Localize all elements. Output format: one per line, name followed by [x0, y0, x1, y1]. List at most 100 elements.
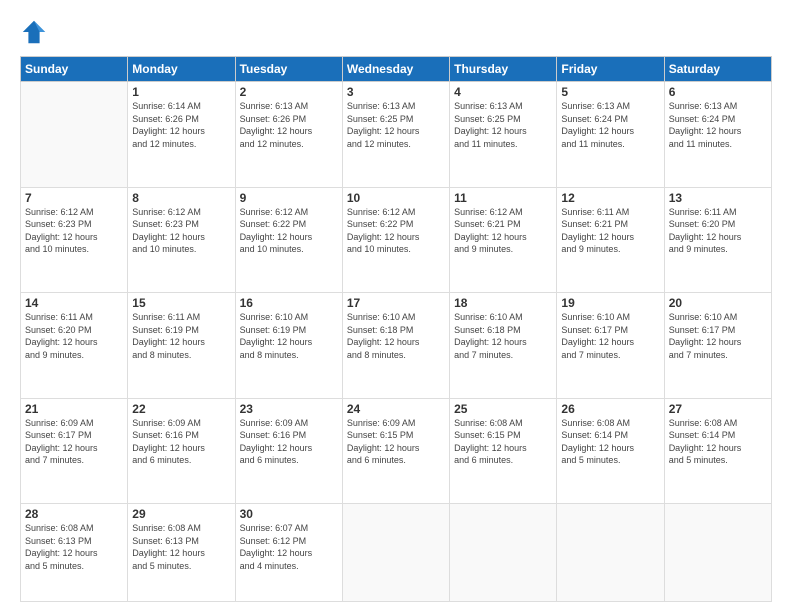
- calendar-day-cell: 24Sunrise: 6:09 AM Sunset: 6:15 PM Dayli…: [342, 398, 449, 504]
- calendar-header-wednesday: Wednesday: [342, 57, 449, 82]
- calendar-header-sunday: Sunday: [21, 57, 128, 82]
- calendar-day-cell: 25Sunrise: 6:08 AM Sunset: 6:15 PM Dayli…: [450, 398, 557, 504]
- day-number: 22: [132, 402, 230, 416]
- calendar-day-cell: 13Sunrise: 6:11 AM Sunset: 6:20 PM Dayli…: [664, 187, 771, 293]
- calendar-day-cell: 14Sunrise: 6:11 AM Sunset: 6:20 PM Dayli…: [21, 293, 128, 399]
- calendar-header-thursday: Thursday: [450, 57, 557, 82]
- day-info: Sunrise: 6:08 AM Sunset: 6:14 PM Dayligh…: [561, 417, 659, 467]
- day-info: Sunrise: 6:12 AM Sunset: 6:22 PM Dayligh…: [347, 206, 445, 256]
- calendar-day-cell: 28Sunrise: 6:08 AM Sunset: 6:13 PM Dayli…: [21, 504, 128, 602]
- day-number: 27: [669, 402, 767, 416]
- day-info: Sunrise: 6:13 AM Sunset: 6:26 PM Dayligh…: [240, 100, 338, 150]
- day-number: 15: [132, 296, 230, 310]
- day-number: 20: [669, 296, 767, 310]
- calendar-day-cell: 2Sunrise: 6:13 AM Sunset: 6:26 PM Daylig…: [235, 82, 342, 188]
- calendar-day-cell: 19Sunrise: 6:10 AM Sunset: 6:17 PM Dayli…: [557, 293, 664, 399]
- header: [20, 18, 772, 46]
- calendar-day-cell: 23Sunrise: 6:09 AM Sunset: 6:16 PM Dayli…: [235, 398, 342, 504]
- day-number: 3: [347, 85, 445, 99]
- day-number: 29: [132, 507, 230, 521]
- calendar-day-cell: [450, 504, 557, 602]
- calendar-day-cell: 17Sunrise: 6:10 AM Sunset: 6:18 PM Dayli…: [342, 293, 449, 399]
- calendar-day-cell: 21Sunrise: 6:09 AM Sunset: 6:17 PM Dayli…: [21, 398, 128, 504]
- calendar-day-cell: 26Sunrise: 6:08 AM Sunset: 6:14 PM Dayli…: [557, 398, 664, 504]
- day-info: Sunrise: 6:13 AM Sunset: 6:25 PM Dayligh…: [454, 100, 552, 150]
- calendar-day-cell: 7Sunrise: 6:12 AM Sunset: 6:23 PM Daylig…: [21, 187, 128, 293]
- day-info: Sunrise: 6:14 AM Sunset: 6:26 PM Dayligh…: [132, 100, 230, 150]
- calendar-day-cell: 18Sunrise: 6:10 AM Sunset: 6:18 PM Dayli…: [450, 293, 557, 399]
- day-info: Sunrise: 6:09 AM Sunset: 6:16 PM Dayligh…: [132, 417, 230, 467]
- calendar-table: SundayMondayTuesdayWednesdayThursdayFrid…: [20, 56, 772, 602]
- day-number: 18: [454, 296, 552, 310]
- day-number: 19: [561, 296, 659, 310]
- day-info: Sunrise: 6:10 AM Sunset: 6:17 PM Dayligh…: [669, 311, 767, 361]
- calendar-week-row: 28 Sunrise: 6:08 AM Sunset: 6:13 PM Dayli…: [21, 504, 772, 602]
- logo-icon: [20, 18, 48, 46]
- calendar-header-friday: Friday: [557, 57, 664, 82]
- day-info: Sunrise: 6:13 AM Sunset: 6:25 PM Dayligh…: [347, 100, 445, 150]
- calendar-header-monday: Monday: [128, 57, 235, 82]
- day-number: 9: [240, 191, 338, 205]
- calendar-header-saturday: Saturday: [664, 57, 771, 82]
- day-info: Sunrise: 6:08 AM Sunset: 6:13 PM Dayligh…: [132, 522, 230, 572]
- calendar-day-cell: 10Sunrise: 6:12 AM Sunset: 6:22 PM Dayli…: [342, 187, 449, 293]
- day-number: 25: [454, 402, 552, 416]
- day-info: Sunrise: 6:08 AM Sunset: 6:15 PM Dayligh…: [454, 417, 552, 467]
- calendar-day-cell: [664, 504, 771, 602]
- calendar-day-cell: [342, 504, 449, 602]
- calendar-header-tuesday: Tuesday: [235, 57, 342, 82]
- calendar-day-cell: 11Sunrise: 6:12 AM Sunset: 6:21 PM Dayli…: [450, 187, 557, 293]
- day-number: 26: [561, 402, 659, 416]
- logo: [20, 18, 52, 46]
- calendar-day-cell: [557, 504, 664, 602]
- calendar-week-row: 21Sunrise: 6:09 AM Sunset: 6:17 PM Dayli…: [21, 398, 772, 504]
- day-number: 2: [240, 85, 338, 99]
- day-number: 11: [454, 191, 552, 205]
- calendar-day-cell: 15Sunrise: 6:11 AM Sunset: 6:19 PM Dayli…: [128, 293, 235, 399]
- day-info: Sunrise: 6:12 AM Sunset: 6:23 PM Dayligh…: [132, 206, 230, 256]
- day-info: Sunrise: 6:08 AM Sunset: 6:14 PM Dayligh…: [669, 417, 767, 467]
- day-number: 14: [25, 296, 123, 310]
- page: SundayMondayTuesdayWednesdayThursdayFrid…: [0, 0, 792, 612]
- day-number: 4: [454, 85, 552, 99]
- calendar-header-row: SundayMondayTuesdayWednesdayThursdayFrid…: [21, 57, 772, 82]
- day-number: 10: [347, 191, 445, 205]
- day-info: Sunrise: 6:11 AM Sunset: 6:20 PM Dayligh…: [669, 206, 767, 256]
- calendar-day-cell: 22Sunrise: 6:09 AM Sunset: 6:16 PM Dayli…: [128, 398, 235, 504]
- day-number: 8: [132, 191, 230, 205]
- day-info: Sunrise: 6:13 AM Sunset: 6:24 PM Dayligh…: [561, 100, 659, 150]
- calendar-week-row: 7 Sunrise: 6:12 AM Sunset: 6:23 PM Daylig…: [21, 187, 772, 293]
- day-info: Sunrise: 6:10 AM Sunset: 6:18 PM Dayligh…: [347, 311, 445, 361]
- day-info: Sunrise: 6:10 AM Sunset: 6:18 PM Dayligh…: [454, 311, 552, 361]
- calendar-day-cell: 8Sunrise: 6:12 AM Sunset: 6:23 PM Daylig…: [128, 187, 235, 293]
- calendar-day-cell: 12Sunrise: 6:11 AM Sunset: 6:21 PM Dayli…: [557, 187, 664, 293]
- calendar-day-cell: 16Sunrise: 6:10 AM Sunset: 6:19 PM Dayli…: [235, 293, 342, 399]
- calendar-week-row: 14Sunrise: 6:11 AM Sunset: 6:20 PM Dayli…: [21, 293, 772, 399]
- day-number: 16: [240, 296, 338, 310]
- day-info: Sunrise: 6:13 AM Sunset: 6:24 PM Dayligh…: [669, 100, 767, 150]
- calendar-day-cell: 29Sunrise: 6:08 AM Sunset: 6:13 PM Dayli…: [128, 504, 235, 602]
- calendar-day-cell: 30Sunrise: 6:07 AM Sunset: 6:12 PM Dayli…: [235, 504, 342, 602]
- day-info: Sunrise: 6:12 AM Sunset: 6:22 PM Dayligh…: [240, 206, 338, 256]
- calendar-day-cell: [21, 82, 128, 188]
- day-number: 6: [669, 85, 767, 99]
- day-info: Sunrise: 6:11 AM Sunset: 6:20 PM Dayligh…: [25, 311, 123, 361]
- day-number: 7: [25, 191, 123, 205]
- day-number: 21: [25, 402, 123, 416]
- day-number: 17: [347, 296, 445, 310]
- calendar-day-cell: 6Sunrise: 6:13 AM Sunset: 6:24 PM Daylig…: [664, 82, 771, 188]
- calendar-day-cell: 9Sunrise: 6:12 AM Sunset: 6:22 PM Daylig…: [235, 187, 342, 293]
- day-number: 1: [132, 85, 230, 99]
- day-info: Sunrise: 6:12 AM Sunset: 6:21 PM Dayligh…: [454, 206, 552, 256]
- calendar-day-cell: 1Sunrise: 6:14 AM Sunset: 6:26 PM Daylig…: [128, 82, 235, 188]
- day-info: Sunrise: 6:09 AM Sunset: 6:16 PM Dayligh…: [240, 417, 338, 467]
- calendar-day-cell: 5Sunrise: 6:13 AM Sunset: 6:24 PM Daylig…: [557, 82, 664, 188]
- calendar-week-row: 1Sunrise: 6:14 AM Sunset: 6:26 PM Daylig…: [21, 82, 772, 188]
- day-number: 28: [25, 507, 123, 521]
- calendar-day-cell: 3Sunrise: 6:13 AM Sunset: 6:25 PM Daylig…: [342, 82, 449, 188]
- day-number: 12: [561, 191, 659, 205]
- day-number: 24: [347, 402, 445, 416]
- day-info: Sunrise: 6:10 AM Sunset: 6:17 PM Dayligh…: [561, 311, 659, 361]
- calendar-day-cell: 4Sunrise: 6:13 AM Sunset: 6:25 PM Daylig…: [450, 82, 557, 188]
- day-number: 30: [240, 507, 338, 521]
